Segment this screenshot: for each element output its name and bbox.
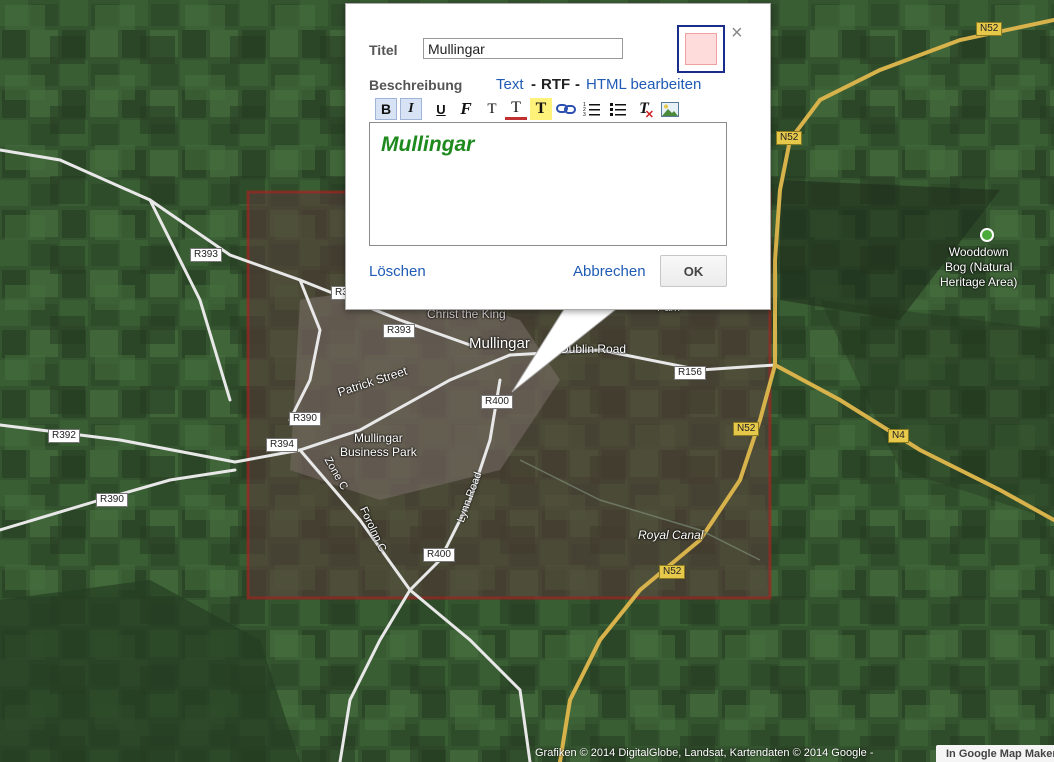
road-label-n52-e: N52 (733, 422, 760, 436)
image-icon[interactable] (659, 98, 681, 120)
road-label-n52-s: N52 (659, 565, 686, 579)
color-swatch-button[interactable] (677, 25, 725, 73)
highlight-button[interactable]: T (530, 98, 552, 120)
description-label: Beschreibung (369, 77, 463, 93)
font-size-button[interactable]: T (481, 98, 503, 120)
font-button[interactable]: F (455, 98, 477, 120)
unordered-list-icon[interactable] (607, 98, 629, 120)
italic-button[interactable]: I (400, 98, 422, 120)
road-label-r390: R390 (289, 412, 321, 426)
ordered-list-icon[interactable]: 123 (581, 98, 603, 120)
close-icon[interactable]: × (731, 23, 743, 43)
title-input[interactable] (423, 38, 623, 59)
map-attribution: Grafiken © 2014 DigitalGlobe, Landsat, K… (535, 747, 874, 759)
description-editor[interactable]: Mullingar (369, 122, 727, 246)
heritage-area-pin-icon[interactable] (980, 228, 994, 242)
place-dublin-road: Dublin Road (560, 342, 627, 356)
road-label-r393: R393 (190, 248, 222, 262)
road-label-r156: R156 (674, 366, 706, 380)
ok-button[interactable]: OK (660, 255, 727, 287)
editor-content-text: Mullingar (381, 133, 475, 156)
bold-button[interactable]: B (375, 98, 397, 120)
road-label-n52-n: N52 (776, 131, 803, 145)
road-label-n4: N4 (888, 429, 909, 443)
road-label-r400-south: R400 (423, 548, 455, 562)
place-business-park: Mullingar Business Park (340, 431, 417, 459)
cancel-link[interactable]: Abbrechen (573, 263, 646, 280)
title-label: Titel (369, 42, 398, 58)
map-maker-link[interactable]: In Google Map Maker (936, 745, 1054, 762)
clear-format-x-icon: ✕ (644, 109, 654, 121)
underline-button[interactable]: U (430, 98, 452, 120)
color-swatch-fill (685, 33, 717, 65)
mode-separator-1: - (531, 76, 536, 93)
road-label-n52-ne: N52 (976, 22, 1003, 36)
road-label-r390-west: R390 (96, 493, 128, 507)
place-mullingar: Mullingar (469, 335, 530, 352)
delete-link[interactable]: Löschen (369, 263, 426, 280)
mode-rtf-active: RTF (541, 76, 571, 93)
road-label-r393-town: R393 (383, 324, 415, 338)
text-color-button[interactable]: T (505, 98, 527, 120)
place-wooddown-bog: Wooddown Bog (Natural Heritage Area) (940, 245, 1018, 289)
mode-html-link[interactable]: HTML bearbeiten (586, 76, 701, 93)
svg-text:3: 3 (583, 112, 586, 117)
road-label-r400: R400 (481, 395, 513, 409)
place-royal-canal: Royal Canal (638, 528, 704, 542)
road-label-r394: R394 (266, 438, 298, 452)
road-label-r392: R392 (48, 429, 80, 443)
edit-infowindow: Titel × Beschreibung Text - RTF - HTML b… (345, 3, 771, 310)
mode-separator-2: - (575, 76, 580, 93)
mode-text-link[interactable]: Text (496, 76, 524, 93)
link-icon[interactable] (555, 98, 577, 120)
clear-format-icon[interactable]: T ✕ (633, 98, 655, 121)
